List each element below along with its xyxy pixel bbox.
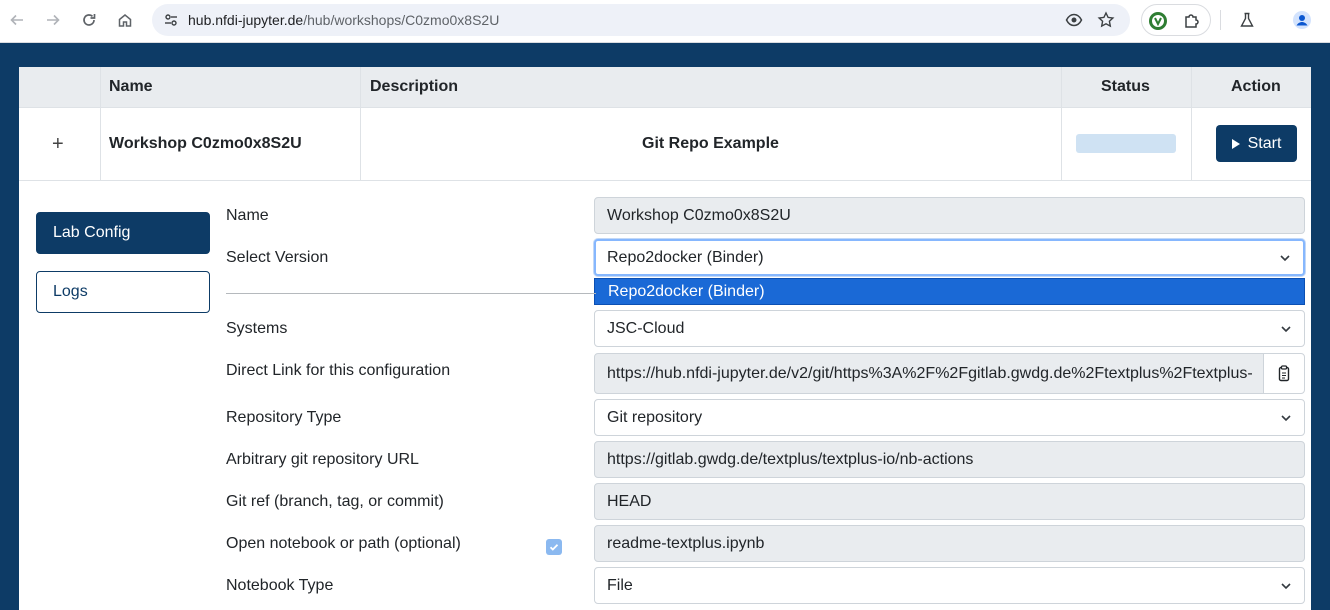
git-ref-label: Git ref (branch, tag, or commit) xyxy=(226,493,444,510)
direct-link-field: https://hub.nfdi-jupyter.de/v2/git/https… xyxy=(594,353,1264,394)
url-path: /hub/workshops/C0zmo0x8S2U xyxy=(303,12,500,28)
play-icon xyxy=(1231,138,1240,149)
notebook-type-value: File xyxy=(607,577,633,594)
reload-icon[interactable] xyxy=(75,6,103,34)
direct-link-label: Direct Link for this configuration xyxy=(226,362,451,379)
select-version-label: Select Version xyxy=(226,249,329,266)
extensions-group xyxy=(1141,4,1211,36)
workshop-name-cell: Workshop C0zmo0x8S2U xyxy=(109,135,302,152)
copy-link-button[interactable] xyxy=(1263,353,1305,394)
clipboard-icon xyxy=(1278,364,1290,381)
select-version-value: Repo2docker (Binder) xyxy=(607,249,764,266)
chevron-down-icon xyxy=(1280,254,1290,261)
repository-type-select[interactable]: Git repository xyxy=(594,399,1305,436)
address-bar[interactable]: hub.nfdi-jupyter.de/hub/workshops/C0zmo0… xyxy=(152,4,1130,36)
repo-url-field: https://gitlab.gwdg.de/textplus/textplus… xyxy=(594,441,1305,478)
row-divider xyxy=(19,107,1311,108)
column-divider xyxy=(100,67,101,180)
select-version-dropdown[interactable]: Repo2docker (Binder) xyxy=(594,239,1305,276)
notebook-path-field: readme-textplus.ipynb xyxy=(594,525,1305,562)
chevron-down-icon xyxy=(1281,414,1291,421)
chevron-down-icon xyxy=(1281,582,1291,589)
back-icon[interactable] xyxy=(3,6,31,34)
row-divider xyxy=(19,180,1311,181)
tab-logs[interactable]: Logs xyxy=(36,271,210,313)
toolbar-separator xyxy=(1220,10,1221,30)
version-option-highlighted[interactable]: Repo2docker (Binder) xyxy=(594,278,1305,305)
repository-type-value: Git repository xyxy=(607,409,703,426)
tab-lab-config[interactable]: Lab Config xyxy=(36,212,210,254)
puzzle-extensions-icon[interactable] xyxy=(1182,11,1202,31)
workshop-panel: Name Description Status Action + Worksho… xyxy=(19,67,1311,610)
header-description: Description xyxy=(370,78,459,95)
labs-flask-icon[interactable] xyxy=(1237,10,1257,30)
column-divider xyxy=(360,67,361,180)
systems-value: JSC-Cloud xyxy=(607,320,685,337)
profile-avatar-icon[interactable] xyxy=(1292,10,1312,30)
repository-type-label: Repository Type xyxy=(226,409,342,426)
home-icon[interactable] xyxy=(111,6,139,34)
systems-label: Systems xyxy=(226,320,288,337)
expand-row-toggle[interactable]: + xyxy=(52,133,64,156)
form-divider xyxy=(226,293,596,294)
notebook-path-checkbox[interactable] xyxy=(546,539,562,555)
url-text: hub.nfdi-jupyter.de/hub/workshops/C0zmo0… xyxy=(188,12,499,28)
url-host: hub.nfdi-jupyter.de xyxy=(188,12,304,28)
column-divider xyxy=(1061,67,1062,180)
systems-select[interactable]: JSC-Cloud xyxy=(594,310,1305,347)
table-header: Name Description Status Action xyxy=(19,67,1311,107)
header-action: Action xyxy=(1231,78,1281,95)
start-button-label: Start xyxy=(1247,134,1282,152)
chevron-down-icon xyxy=(1281,325,1291,332)
browser-toolbar: hub.nfdi-jupyter.de/hub/workshops/C0zmo0… xyxy=(0,0,1330,43)
name-field: Workshop C0zmo0x8S2U xyxy=(594,197,1305,234)
workshop-description-cell: Git Repo Example xyxy=(642,135,779,152)
name-label: Name xyxy=(226,207,269,224)
extension-shield-icon[interactable] xyxy=(1148,11,1168,31)
header-status: Status xyxy=(1101,78,1150,95)
column-divider xyxy=(1191,67,1192,180)
eye-icon[interactable] xyxy=(1064,10,1084,30)
start-button[interactable]: Start xyxy=(1216,125,1297,162)
bookmark-star-icon[interactable] xyxy=(1096,10,1116,30)
git-ref-field: HEAD xyxy=(594,483,1305,520)
forward-icon[interactable] xyxy=(39,6,67,34)
site-settings-icon[interactable] xyxy=(162,11,180,29)
header-name: Name xyxy=(109,78,153,95)
notebook-type-label: Notebook Type xyxy=(226,577,334,594)
checkmark-icon xyxy=(549,544,559,551)
notebook-type-select[interactable]: File xyxy=(594,567,1305,604)
status-progress-bar xyxy=(1076,134,1176,153)
notebook-path-label: Open notebook or path (optional) xyxy=(226,535,461,552)
repo-url-label: Arbitrary git repository URL xyxy=(226,451,419,468)
